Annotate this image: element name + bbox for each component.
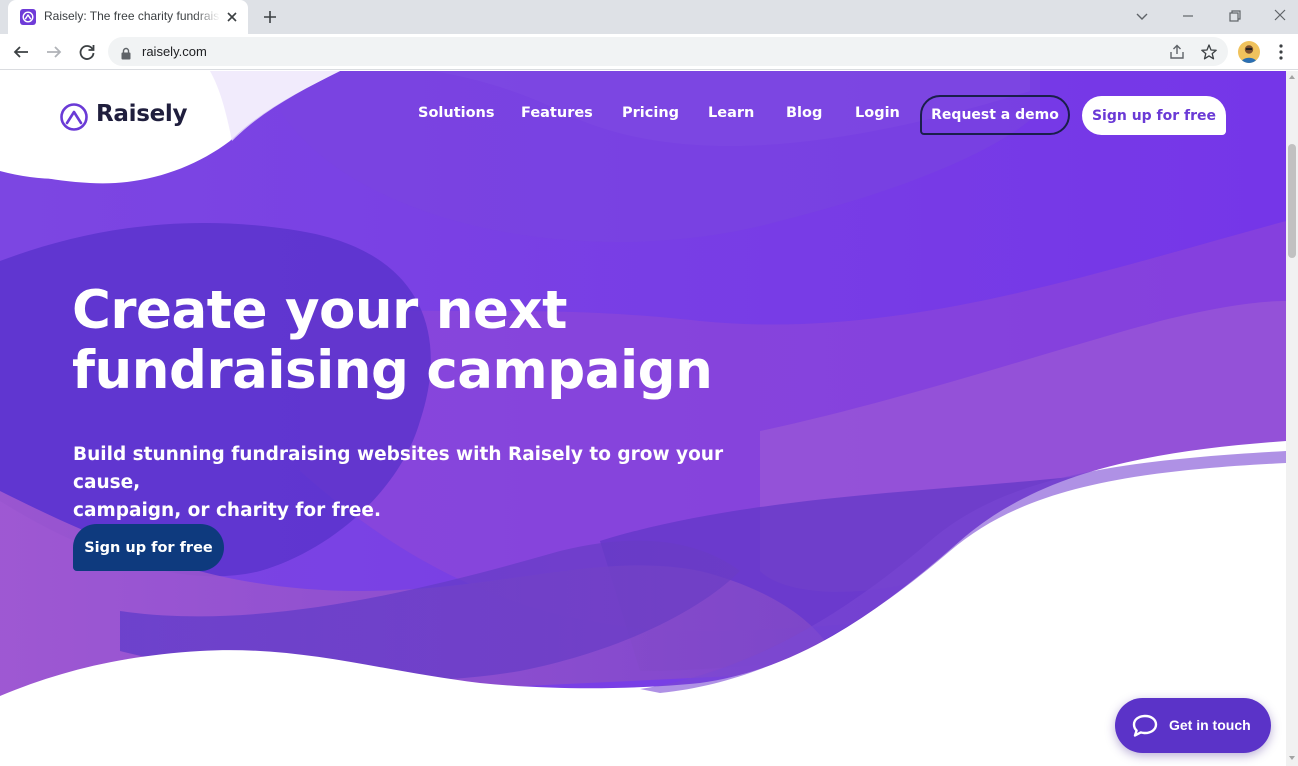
page-scrollbar[interactable]: [1286, 71, 1298, 766]
close-window-icon[interactable]: [1268, 4, 1292, 28]
bookmark-star-icon[interactable]: [1200, 43, 1218, 61]
share-icon[interactable]: [1168, 43, 1186, 61]
get-in-touch-label: Get in touch: [1169, 717, 1251, 733]
url-text: raisely.com: [142, 44, 207, 59]
scroll-up-icon[interactable]: [1289, 75, 1295, 79]
get-in-touch-button[interactable]: Get in touch: [1115, 698, 1271, 753]
raisely-logo-icon: [60, 103, 88, 131]
browser-menu-icon[interactable]: [1272, 42, 1290, 62]
lock-icon: [120, 45, 132, 60]
browser-tab[interactable]: Raisely: The free charity fundraising pl…: [8, 0, 248, 34]
hero-background-waves: [0, 71, 1286, 766]
hero-headline-line-1: Create your next: [72, 280, 567, 341]
new-tab-icon[interactable]: [259, 6, 281, 28]
back-icon[interactable]: [10, 41, 32, 63]
tab-title: Raisely: The free charity fundraising pl…: [44, 9, 220, 23]
tab-search-icon[interactable]: [1130, 4, 1154, 28]
nav-solutions[interactable]: Solutions: [418, 105, 495, 121]
chat-bubble-icon: [1132, 714, 1158, 737]
browser-tabstrip: Raisely: The free charity fundraising pl…: [0, 0, 1298, 34]
nav-login[interactable]: Login: [855, 105, 900, 121]
profile-avatar[interactable]: [1238, 41, 1260, 63]
logo-text: Raisely: [96, 101, 188, 127]
scroll-thumb[interactable]: [1288, 144, 1296, 258]
raisely-favicon-icon: [20, 9, 36, 25]
scroll-down-icon[interactable]: [1289, 756, 1295, 760]
hero-subheadline-line-2: campaign, or charity for free.: [73, 500, 381, 521]
hero-headline-line-2: fundraising campaign: [72, 340, 713, 401]
hero-subheadline-line-1: Build stunning fundraising websites with…: [73, 444, 724, 493]
page-viewport: Raisely Solutions Features Pricing Learn…: [0, 71, 1286, 766]
close-tab-icon[interactable]: [223, 8, 241, 26]
restore-icon[interactable]: [1222, 4, 1246, 28]
nav-blog[interactable]: Blog: [786, 105, 822, 121]
hero-headline: Create your next fundraising campaign: [72, 281, 832, 401]
nav-learn[interactable]: Learn: [708, 105, 754, 121]
browser-toolbar: raisely.com: [0, 34, 1298, 70]
header-signup-button[interactable]: Sign up for free: [1082, 96, 1226, 135]
forward-icon[interactable]: [43, 41, 65, 63]
request-demo-button[interactable]: Request a demo: [920, 95, 1070, 135]
reload-icon[interactable]: [76, 41, 98, 63]
hero-signup-button[interactable]: Sign up for free: [73, 524, 224, 571]
nav-pricing[interactable]: Pricing: [622, 105, 679, 121]
hero-subheadline: Build stunning fundraising websites with…: [73, 441, 793, 525]
address-bar[interactable]: raisely.com: [108, 37, 1228, 66]
minimize-icon[interactable]: [1176, 4, 1200, 28]
nav-features[interactable]: Features: [521, 105, 593, 121]
